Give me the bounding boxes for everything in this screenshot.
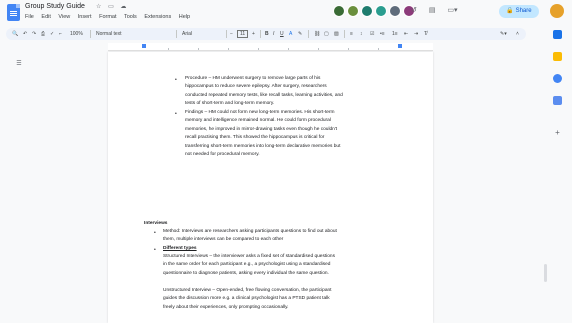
- scrollbar[interactable]: [544, 264, 547, 282]
- tasks-icon[interactable]: [553, 74, 562, 83]
- text-line: freely about their experiences, only pro…: [163, 304, 289, 310]
- avatar[interactable]: [361, 5, 373, 17]
- bullet-icon: •: [175, 111, 177, 117]
- undo-icon[interactable]: ↶: [23, 31, 27, 37]
- link-icon[interactable]: ⛓: [314, 31, 320, 37]
- print-icon[interactable]: ⎙: [41, 31, 45, 37]
- docs-logo-icon[interactable]: [7, 4, 20, 21]
- bullet-icon: •: [154, 230, 156, 236]
- decrease-font-icon[interactable]: −: [230, 31, 233, 37]
- menu-bar: File Edit View Insert Format Tools Exten…: [25, 14, 196, 20]
- unstructured-paragraph[interactable]: Unstructured Interview – Open-ended, fre…: [163, 287, 423, 312]
- calendar-icon[interactable]: [553, 30, 562, 39]
- menu-insert[interactable]: Insert: [78, 14, 92, 20]
- numbered-list-icon[interactable]: 1≡: [392, 31, 398, 37]
- document-outline-icon[interactable]: ☰: [13, 60, 25, 70]
- comment-icon[interactable]: ▢: [324, 31, 329, 37]
- menu-file[interactable]: File: [25, 14, 34, 20]
- left-indent-marker[interactable]: [142, 44, 146, 48]
- cloud-icon[interactable]: ☁: [120, 4, 126, 10]
- increase-font-icon[interactable]: +: [252, 31, 255, 37]
- folder-icon[interactable]: ▭: [108, 4, 114, 10]
- redo-icon[interactable]: ↷: [32, 31, 36, 37]
- contacts-icon[interactable]: [553, 96, 562, 105]
- share-label: Share: [515, 8, 532, 14]
- title-bar: Group Study Guide ☆ ▭ ☁ File Edit View I…: [0, 0, 572, 25]
- text-line: not needed for procedural memory.: [185, 152, 260, 158]
- zoom-select[interactable]: 100%: [70, 31, 83, 37]
- text-line: Method: Interviews are researchers askin…: [163, 229, 337, 234]
- ruler[interactable]: [108, 43, 433, 51]
- editing-mode-icon[interactable]: ✎▾: [500, 31, 507, 37]
- text-line: Structured Interviews – the interviewer …: [163, 254, 335, 259]
- top-right-icons: ↺ ▤ ▭▾: [411, 6, 468, 14]
- font-size-input[interactable]: 11: [237, 30, 249, 38]
- title-icons: ☆ ▭ ☁: [96, 3, 131, 10]
- text-line: memory and intelligence remained normal.…: [185, 118, 331, 124]
- right-indent-marker[interactable]: [398, 44, 402, 48]
- comments-icon[interactable]: ▤: [429, 7, 436, 14]
- increase-indent-icon[interactable]: ⇥: [414, 31, 418, 37]
- menu-extensions[interactable]: Extensions: [144, 14, 171, 20]
- menu-edit[interactable]: Edit: [41, 14, 50, 20]
- decrease-indent-icon[interactable]: ⇤: [404, 31, 408, 37]
- line-spacing-icon[interactable]: ↕: [360, 31, 363, 37]
- avatar[interactable]: [347, 5, 359, 17]
- share-button[interactable]: 🔒 Share: [499, 5, 539, 18]
- text-line: transferring short-term memories into lo…: [185, 143, 341, 149]
- text-line: Findings – HM could not form new long-te…: [185, 110, 335, 115]
- highlight-icon[interactable]: ✎: [298, 31, 302, 37]
- underline-icon[interactable]: U: [280, 31, 284, 37]
- avatar[interactable]: [389, 5, 401, 17]
- document-page[interactable]: • Procedure – HM underwent surgery to re…: [108, 52, 433, 323]
- bulleted-list-icon[interactable]: •≡: [380, 31, 385, 37]
- text-line: recall practising them. This showed the …: [185, 135, 325, 141]
- structured-paragraph[interactable]: Structured Interviews – the interviewer …: [163, 253, 423, 278]
- font-select[interactable]: Arial: [182, 31, 192, 37]
- bullet-icon: •: [154, 247, 156, 253]
- paint-format-icon[interactable]: ⌐: [59, 31, 62, 37]
- text-line: questionnaire to diagnose patients, aski…: [163, 270, 329, 276]
- menu-tools[interactable]: Tools: [124, 14, 137, 20]
- image-icon[interactable]: ▨: [334, 31, 339, 37]
- spellcheck-icon[interactable]: ✓: [50, 31, 54, 37]
- text-line: guides the discussion more e.g. a clinic…: [163, 296, 330, 302]
- text-line: Unstructured Interview – Open-ended, fre…: [163, 288, 332, 293]
- meet-icon[interactable]: ▭▾: [447, 7, 457, 14]
- italic-icon[interactable]: I: [273, 31, 274, 37]
- text-color-icon[interactable]: A: [289, 31, 292, 37]
- text-line: in the same order for each participant e…: [163, 262, 331, 268]
- method-paragraph[interactable]: Method: Interviews are researchers askin…: [163, 228, 413, 245]
- user-avatar[interactable]: [550, 4, 564, 18]
- document-title[interactable]: Group Study Guide: [25, 3, 85, 10]
- keep-icon[interactable]: [553, 52, 562, 61]
- procedure-paragraph[interactable]: Procedure – HM underwent surgery to remo…: [185, 75, 415, 109]
- star-icon[interactable]: ☆: [96, 4, 101, 10]
- clear-formatting-icon[interactable]: T̸: [424, 31, 427, 37]
- collaborator-avatars: [333, 5, 417, 17]
- align-icon[interactable]: ≡: [350, 31, 353, 37]
- menu-view[interactable]: View: [58, 14, 70, 20]
- style-select[interactable]: Normal text: [96, 31, 122, 37]
- text-line: hippocampus to reduce severe epilepsy. A…: [185, 84, 327, 90]
- text-line: memories, he improved in mirror-drawing …: [185, 126, 338, 132]
- menu-help[interactable]: Help: [179, 14, 190, 20]
- search-menus-icon[interactable]: 🔍: [12, 31, 18, 37]
- avatar[interactable]: [333, 5, 345, 17]
- text-line: tests of short-term and long-term memory…: [185, 101, 275, 107]
- text-line: conducted repeated memory tests, like re…: [185, 92, 343, 98]
- add-addon-icon[interactable]: +: [553, 128, 562, 137]
- formatting-toolbar: 🔍 ↶ ↷ ⎙ ✓ ⌐ 100% Normal text Arial − 11 …: [6, 28, 526, 40]
- findings-paragraph[interactable]: Findings – HM could not form new long-te…: [185, 109, 420, 159]
- side-panel: +: [550, 28, 566, 323]
- collapse-toolbar-icon[interactable]: ˄: [516, 31, 519, 37]
- bold-icon[interactable]: B: [265, 31, 269, 37]
- text-line: them, multiple interviews can be compare…: [163, 237, 284, 243]
- text-line: Procedure – HM underwent surgery to remo…: [185, 76, 321, 81]
- history-icon[interactable]: ↺: [411, 7, 417, 14]
- menu-format[interactable]: Format: [99, 14, 116, 20]
- checklist-icon[interactable]: ☑: [370, 31, 374, 37]
- bullet-icon: •: [175, 77, 177, 83]
- avatar[interactable]: [375, 5, 387, 17]
